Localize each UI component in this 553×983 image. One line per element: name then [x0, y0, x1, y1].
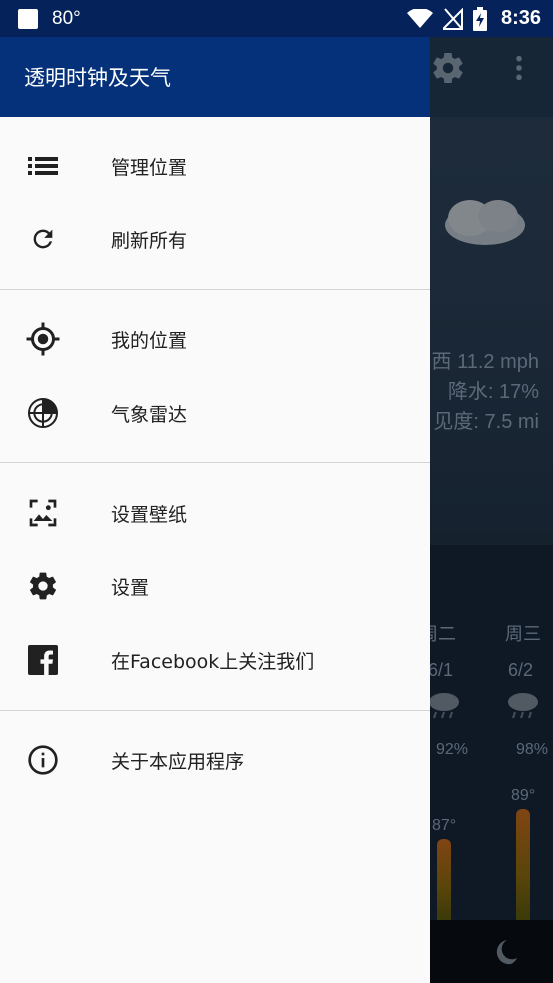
status-temperature: 80°: [52, 7, 81, 29]
radar-icon: [25, 395, 61, 431]
menu-item-my-location[interactable]: 我的位置: [0, 302, 430, 376]
menu-item-about[interactable]: 关于本应用程序: [0, 723, 430, 797]
menu-label: 刷新所有: [111, 229, 188, 252]
wallpaper-icon: [25, 495, 61, 531]
wifi-icon: [406, 8, 433, 28]
battery-charging-icon: [472, 6, 487, 31]
menu-label: 我的位置: [111, 329, 188, 352]
drawer-scrim[interactable]: [430, 0, 553, 983]
menu-item-refresh-all[interactable]: 刷新所有: [0, 202, 430, 276]
divider: [0, 710, 430, 711]
menu-item-weather-radar[interactable]: 气象雷达: [0, 376, 430, 450]
status-time: 8:36: [500, 7, 541, 29]
gear-icon: [25, 568, 61, 604]
menu-label: 设置壁纸: [111, 503, 188, 526]
no-signal-icon: [442, 7, 463, 30]
drawer-header: 透明时钟及天气: [0, 37, 430, 117]
menu-label: 关于本应用程序: [111, 750, 245, 773]
menu-item-set-wallpaper[interactable]: 设置壁纸: [0, 476, 430, 550]
facebook-icon: [25, 642, 61, 678]
notification-icon: [18, 8, 38, 29]
list-icon: [25, 148, 61, 184]
menu-label: 气象雷达: [111, 403, 188, 426]
refresh-icon: [25, 221, 61, 257]
menu-item-facebook[interactable]: 在Facebook上关注我们: [0, 623, 430, 697]
divider: [0, 289, 430, 290]
gps-location-icon: [25, 321, 61, 357]
info-icon: [25, 742, 61, 778]
menu-label: 设置: [111, 576, 150, 599]
menu-item-manage-locations[interactable]: 管理位置: [0, 129, 430, 203]
menu-label: 在Facebook上关注我们: [111, 650, 315, 673]
navigation-drawer: 透明时钟及天气 管理位置 刷新所有 我的位置 气象雷达 设置壁纸 设置 在Fac…: [0, 0, 430, 983]
app-title: 透明时钟及天气: [24, 66, 171, 90]
menu-label: 管理位置: [111, 156, 188, 179]
status-bar: 80° 8:36: [0, 0, 553, 37]
menu-item-settings[interactable]: 设置: [0, 549, 430, 623]
divider: [0, 462, 430, 463]
